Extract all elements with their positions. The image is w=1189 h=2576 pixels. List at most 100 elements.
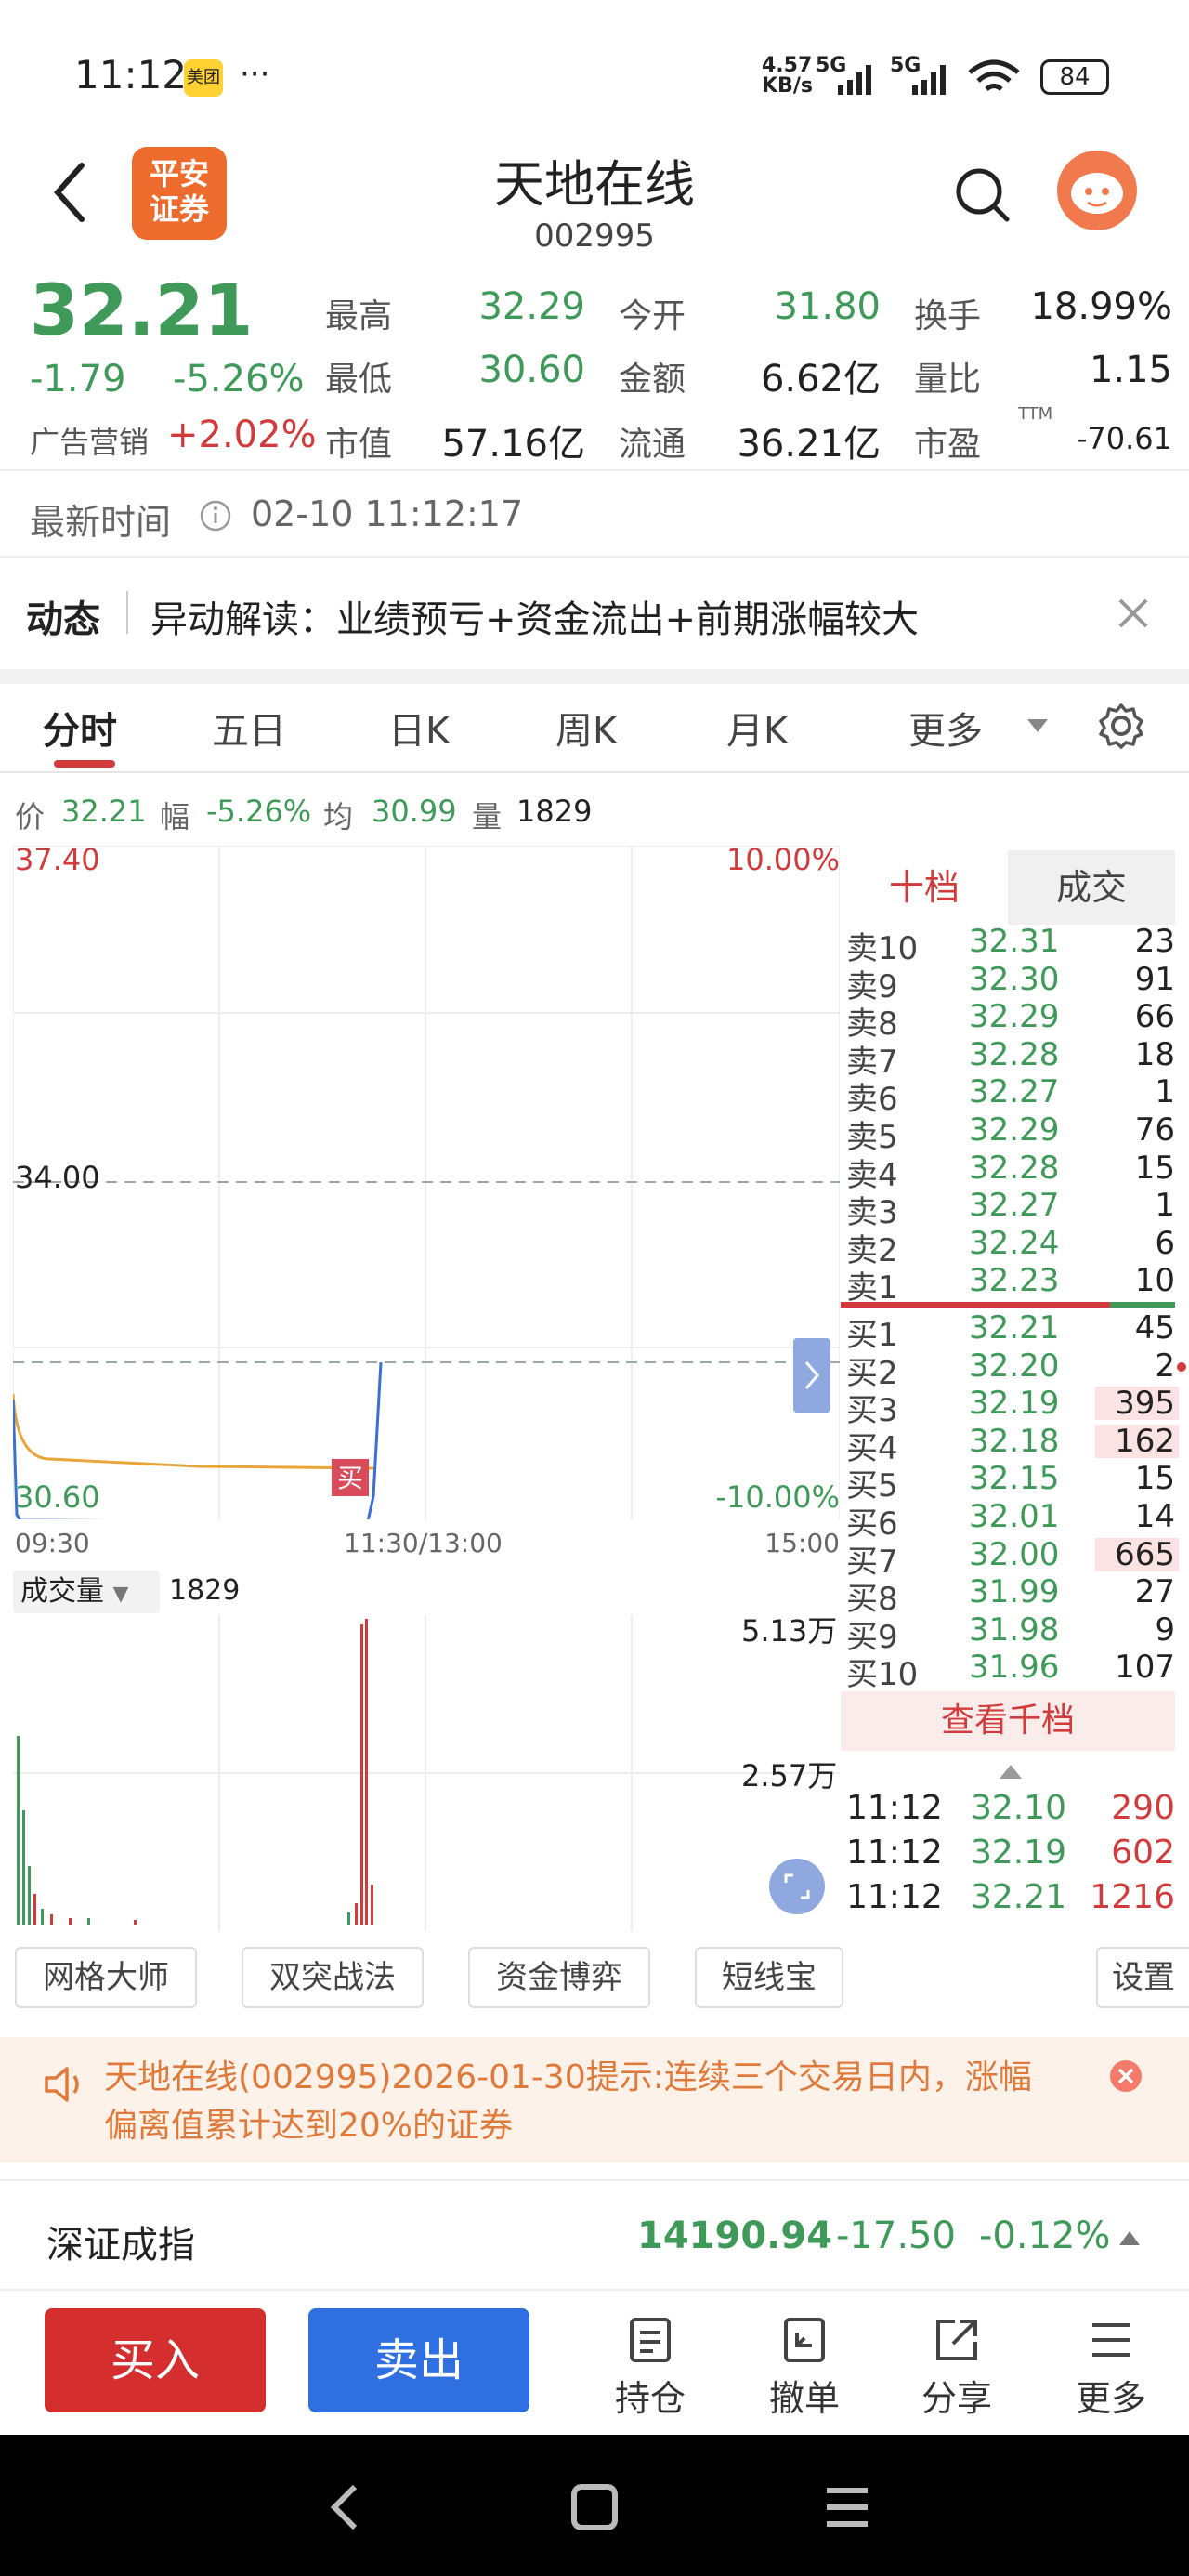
tool-short-line[interactable]: 短线宝 <box>695 1947 843 2008</box>
tool-capital-game[interactable]: 资金博弈 <box>468 1947 650 2008</box>
order-qty: 665 <box>1115 1535 1175 1573</box>
more-button[interactable]: 更多 <box>1055 2314 1167 2425</box>
tab-five-day[interactable]: 五日 <box>212 701 286 755</box>
ask-row[interactable]: 卖5 32.29 76 <box>841 1111 1184 1156</box>
tool-grid-master[interactable]: 网格大师 <box>15 1947 197 2008</box>
holdings-button[interactable]: 持仓 <box>594 2314 706 2425</box>
bid-row[interactable]: 买10 31.96 107 <box>841 1649 1184 1693</box>
quote-field-value: -70.61 <box>1076 421 1172 456</box>
order-price: 32.01 <box>969 1498 1060 1535</box>
nav-back-icon[interactable] <box>321 2481 368 2533</box>
ask-bid-divider-green <box>1110 1302 1175 1308</box>
tab-ten-levels[interactable]: 十档 <box>841 850 1008 925</box>
info-icon[interactable] <box>199 499 232 532</box>
tab-trades[interactable]: 成交 <box>1008 850 1175 925</box>
sector-change[interactable]: +2.02% <box>167 414 317 456</box>
share-button[interactable]: 分享 <box>901 2314 1013 2425</box>
tab-monthly-k[interactable]: 月K <box>726 701 788 755</box>
triangle-up-icon[interactable] <box>1118 2229 1141 2246</box>
nav-recents-icon[interactable] <box>821 2481 873 2533</box>
bid-row[interactable]: 买8 31.99 27 <box>841 1573 1184 1618</box>
bid-row[interactable]: 买9 31.98 9 <box>841 1611 1184 1656</box>
ask-row[interactable]: 卖10 32.31 23 <box>841 923 1184 967</box>
tab-intraday[interactable]: 分时 <box>43 701 117 755</box>
quote-field-label: 金额 <box>619 361 686 399</box>
quote-field-label: 换手 <box>914 297 982 335</box>
bid-row[interactable]: 买1 32.21 45 <box>841 1309 1184 1354</box>
bid-row[interactable]: 买7 32.00 665 <box>841 1535 1184 1581</box>
list-doc-icon <box>630 2318 671 2362</box>
fullscreen-icon[interactable] <box>769 1859 825 1914</box>
order-qty: 15 <box>1134 1460 1175 1498</box>
back-icon[interactable] <box>46 160 91 225</box>
bid-row[interactable]: 买6 32.01 14 <box>841 1498 1184 1543</box>
assistant-avatar[interactable] <box>1057 151 1137 230</box>
order-price: 32.18 <box>969 1422 1060 1460</box>
ask-row[interactable]: 卖2 32.24 6 <box>841 1225 1184 1269</box>
ask-row[interactable]: 卖4 32.28 15 <box>841 1150 1184 1194</box>
trade-qty: 290 <box>1111 1789 1175 1827</box>
tab-weekly-k[interactable]: 周K <box>555 701 617 755</box>
news-ticker[interactable]: 动态 异动解读：业绩预亏+资金流出+前期涨幅较大 <box>0 558 1189 669</box>
volume-indicator-select[interactable]: 成交量 ▼ <box>13 1571 160 1613</box>
ask-row[interactable]: 卖1 32.23 10 <box>841 1262 1184 1307</box>
y-axis-mid: 34.00 <box>15 1160 100 1195</box>
clock: 11:12 <box>74 52 188 98</box>
order-price: 32.28 <box>969 1035 1060 1073</box>
order-price: 32.29 <box>969 998 1060 1036</box>
ask-row[interactable]: 卖6 32.27 1 <box>841 1073 1184 1118</box>
net-speed: 4.57 KB/s <box>762 54 813 98</box>
order-qty: 395 <box>1115 1385 1175 1423</box>
stock-header: 平安 证券 天地在线 002995 <box>0 130 1189 269</box>
assistant-icon <box>1071 173 1123 214</box>
close-icon[interactable] <box>1115 595 1152 632</box>
gear-icon[interactable] <box>1098 703 1144 749</box>
order-qty: 66 <box>1134 998 1175 1036</box>
bid-row[interactable]: 买4 32.18 162 <box>841 1422 1184 1467</box>
bid-row[interactable]: 买5 32.15 15 <box>841 1460 1184 1505</box>
sector-name[interactable]: 广告营销 <box>30 419 149 462</box>
order-qty: 162 <box>1115 1422 1175 1460</box>
ask-row[interactable]: 卖7 32.28 18 <box>841 1035 1184 1081</box>
triangle-up-icon[interactable] <box>999 1763 1023 1780</box>
risk-alert-banner[interactable]: 天地在线(002995)2026-01-30提示:连续三个交易日内，涨幅偏离值累… <box>0 2037 1189 2162</box>
news-text[interactable]: 异动解读：业绩预亏+资金流出+前期涨幅较大 <box>150 589 919 643</box>
volume-axis-max: 5.13万 <box>741 1613 838 1649</box>
tool-double-breakout[interactable]: 双突战法 <box>242 1947 424 2008</box>
undo-icon <box>784 2318 825 2362</box>
bid-row[interactable]: 买2 32.20 2 <box>841 1347 1186 1392</box>
order-qty: 23 <box>1134 923 1175 960</box>
tab-daily-k[interactable]: 日K <box>388 701 450 755</box>
bid-row[interactable]: 买3 32.19 395 <box>841 1385 1184 1429</box>
ask-bid-divider-red <box>841 1302 1110 1308</box>
info-avg: 30.99 <box>372 794 457 829</box>
close-alert-icon[interactable] <box>1107 2057 1144 2095</box>
nav-home-icon[interactable] <box>568 2481 621 2533</box>
quote-field-label: 市盈 <box>914 426 982 464</box>
ask-row[interactable]: 卖8 32.29 66 <box>841 998 1184 1043</box>
expand-panel-button[interactable] <box>793 1338 830 1413</box>
cancel-order-button[interactable]: 撤单 <box>749 2314 860 2425</box>
view-more-levels-button[interactable]: 查看千档 <box>841 1691 1175 1751</box>
quote-panel: 32.21 -1.79 -5.26% 广告营销 +2.02% 最高 32.29 今开… <box>0 265 1189 469</box>
ask-row[interactable]: 卖9 32.30 91 <box>841 961 1184 1005</box>
search-icon[interactable] <box>953 165 1013 225</box>
info-price: 32.21 <box>61 794 147 829</box>
settings-button[interactable]: 设置 <box>1096 1947 1189 2008</box>
tab-more[interactable]: 更多 <box>908 701 983 755</box>
ask-row[interactable]: 卖3 32.27 1 <box>841 1187 1184 1231</box>
chevron-down-icon[interactable] <box>1026 717 1050 736</box>
volume-bar <box>22 1810 25 1925</box>
holdings-label: 持仓 <box>614 2378 686 2419</box>
buy-button[interactable]: 买入 <box>45 2308 266 2412</box>
system-nav-bar <box>0 2435 1189 2576</box>
intraday-chart[interactable]: 买 37.40 10.00% 34.00 30.60 -10.00% 09:30… <box>13 842 840 1558</box>
market-index-bar[interactable]: 深证成指 14190.94 -17.50 -0.12% <box>0 2179 1189 2291</box>
volume-value: 1829 <box>169 1574 241 1607</box>
menu-icon <box>1092 2323 1130 2357</box>
order-qty: 107 <box>1115 1649 1175 1687</box>
quote-field-value: 18.99% <box>1030 285 1172 328</box>
order-qty: 10 <box>1134 1262 1175 1300</box>
section-gap <box>0 669 1189 684</box>
sell-button[interactable]: 卖出 <box>308 2308 529 2412</box>
